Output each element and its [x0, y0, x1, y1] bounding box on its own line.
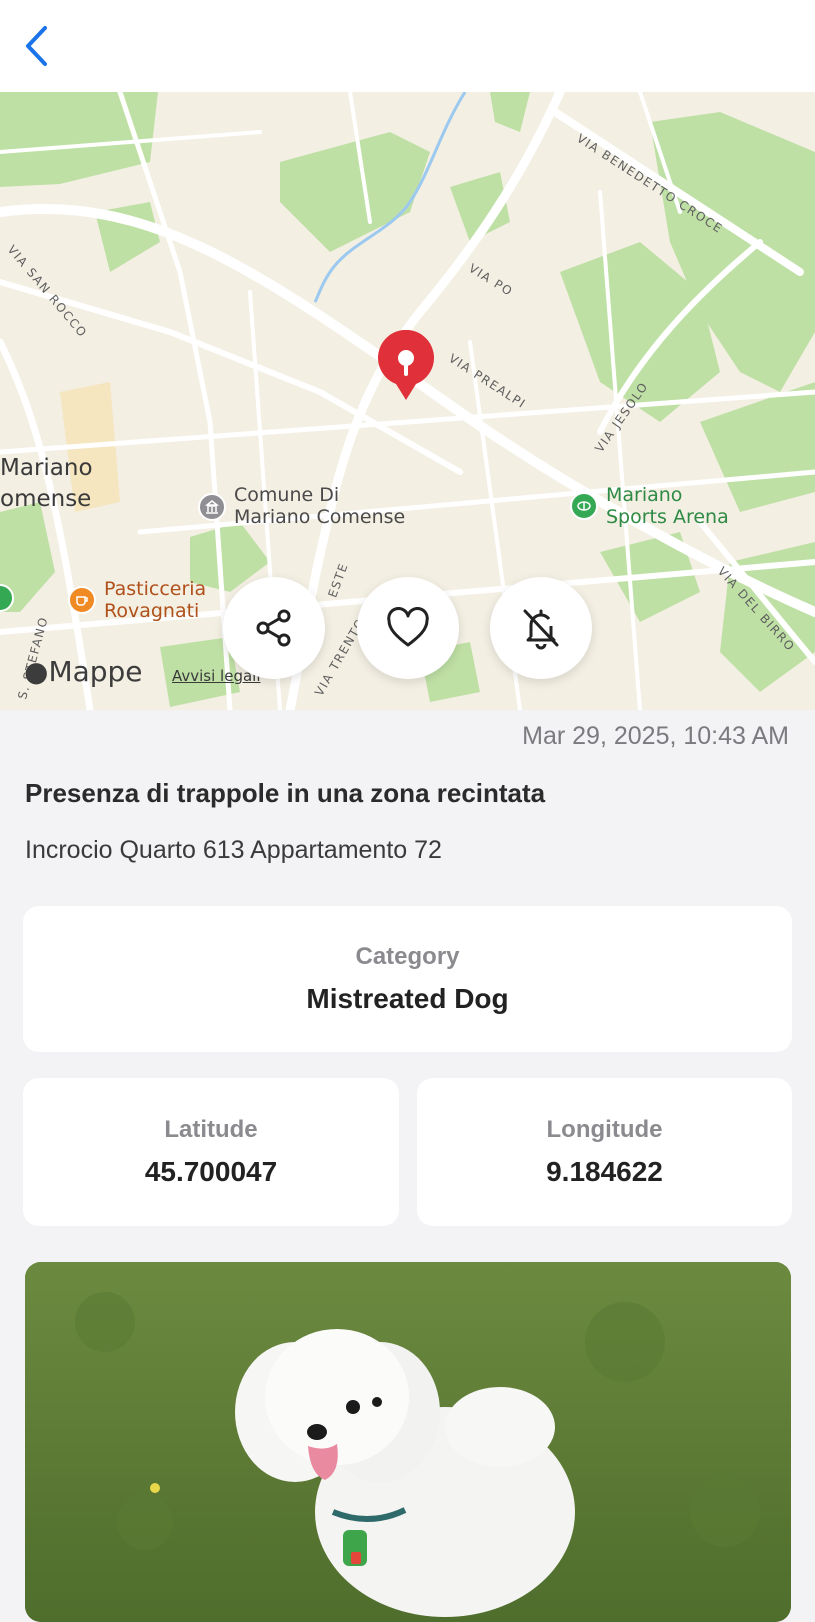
favorite-button[interactable]: [357, 577, 459, 679]
apple-logo-icon: ●: [24, 655, 49, 688]
category-value: Mistreated Dog: [306, 983, 509, 1014]
report-address: Incrocio Quarto 613 Appartamento 72: [25, 836, 442, 864]
report-photo[interactable]: [25, 1262, 791, 1622]
maps-attribution: ●Mappe: [24, 655, 143, 688]
poi-sports-line1: Mariano: [606, 484, 683, 506]
poi-comune[interactable]: Comune Di Mariano Comense: [234, 484, 405, 528]
city-label-line1: Mariano: [0, 455, 93, 481]
poi-pastry-line1: Pasticceria: [104, 578, 207, 600]
latitude-label: Latitude: [164, 1116, 258, 1143]
city-label-line2: omense: [0, 486, 92, 512]
poi-sports-arena[interactable]: Mariano Sports Arena: [606, 484, 729, 528]
mute-notifications-button[interactable]: [490, 577, 592, 679]
longitude-value: 9.184622: [546, 1156, 663, 1187]
longitude-label: Longitude: [546, 1116, 663, 1143]
category-card: Category Mistreated Dog: [23, 906, 792, 1052]
maps-attribution-text: Mappe: [48, 655, 143, 688]
dog-photo: [25, 1262, 791, 1622]
town-hall-icon[interactable]: [198, 493, 226, 521]
map-pin-icon[interactable]: [376, 330, 436, 402]
poi-pastry-line2: Rovagnati: [104, 600, 200, 622]
poi-comune-line2: Mariano Comense: [234, 506, 406, 528]
poi-pasticceria[interactable]: Pasticceria Rovagnati: [104, 578, 206, 622]
share-button[interactable]: [223, 577, 325, 679]
city-label: Mariano omense: [0, 453, 93, 515]
bell-off-icon: [523, 609, 559, 650]
longitude-card: Longitude 9.184622: [417, 1078, 792, 1226]
latitude-card: Latitude 45.700047: [23, 1078, 399, 1226]
back-button[interactable]: [14, 22, 58, 70]
report-date: Mar 29, 2025, 10:43 AM: [522, 722, 789, 750]
latitude-value: 45.700047: [144, 1156, 278, 1187]
share-icon: [256, 609, 291, 647]
cafe-icon[interactable]: [68, 586, 96, 614]
poi-comune-line1: Comune Di: [234, 484, 340, 506]
top-bar: [0, 0, 815, 92]
poi-sports-line2: Sports Arena: [606, 506, 729, 528]
chevron-left-icon: [26, 26, 47, 66]
category-label: Category: [355, 943, 460, 970]
report-title: Presenza di trappole in una zona recinta…: [25, 778, 546, 808]
stadium-icon[interactable]: [570, 492, 598, 520]
heart-icon: [387, 607, 429, 647]
